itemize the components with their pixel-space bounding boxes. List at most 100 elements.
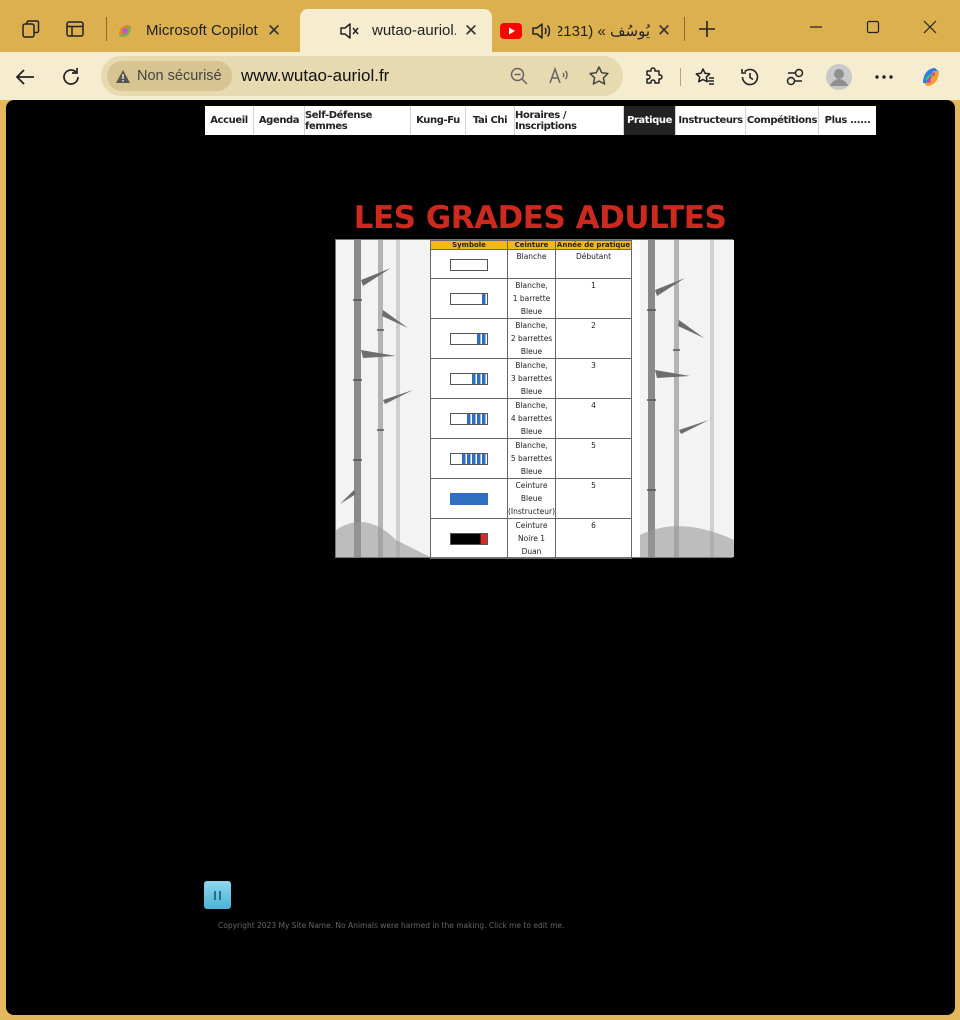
- grade-row: Blanche, 1 barrette Bleue 1: [430, 278, 632, 319]
- belt-icon: [450, 453, 488, 465]
- belt-symbol: [430, 438, 508, 479]
- page-viewport: Accueil Agenda Self-Défense femmes Kung-…: [6, 100, 955, 1015]
- tab-title: يُوسُف » (2131): [558, 22, 650, 40]
- belt-name-line: 5 barrettes: [510, 454, 553, 463]
- close-window-icon[interactable]: [910, 12, 950, 42]
- belt-symbol: [430, 398, 508, 439]
- nav-instructeurs[interactable]: Instructeurs: [676, 106, 746, 135]
- grade-row: Ceinture Noire 1 Duan 6: [430, 518, 632, 559]
- belt-icon: [450, 333, 488, 345]
- zoom-icon[interactable]: [504, 61, 534, 91]
- tab-microsoft-copilot[interactable]: Microsoft Copilot ✕: [100, 9, 298, 52]
- security-badge[interactable]: Non sécurisé: [107, 61, 232, 91]
- belt-symbol: [430, 318, 508, 359]
- close-tab-icon[interactable]: ✕: [264, 21, 284, 41]
- pause-music-button[interactable]: [204, 881, 231, 909]
- address-bar[interactable]: Non sécurisé www.wutao-auriol.fr: [101, 56, 623, 96]
- tab-title: Microsoft Copilot: [146, 22, 258, 39]
- belt-name-line: Ceinture: [515, 521, 548, 530]
- grade-row: Blanche, 2 barrettes Bleue 2: [430, 318, 632, 359]
- minimize-icon[interactable]: [796, 12, 836, 42]
- new-tab-icon[interactable]: [690, 12, 724, 46]
- grade-row: Blanche Débutant: [430, 249, 632, 279]
- bamboo-right-image: [640, 240, 734, 557]
- belt-symbol: [430, 249, 508, 279]
- belt-name: Ceinture Noire 1 Duan: [506, 518, 557, 559]
- security-label: Non sécurisé: [137, 68, 222, 84]
- extensions-icon[interactable]: [637, 60, 671, 94]
- favorites-icon[interactable]: [688, 60, 722, 94]
- belt-name: Blanche, 2 barrettes Bleue: [506, 318, 557, 359]
- belt-name-line: Bleue: [520, 427, 543, 436]
- muted-speaker-icon[interactable]: [338, 20, 360, 42]
- speaker-icon[interactable]: [530, 20, 552, 42]
- belt-icon: [450, 293, 488, 305]
- belt-name-line: Noire 1: [518, 534, 545, 543]
- performance-icon[interactable]: [778, 60, 812, 94]
- nav-self-defense[interactable]: Self-Défense femmes: [305, 106, 411, 135]
- close-tab-icon[interactable]: ✕: [654, 21, 674, 41]
- close-tab-icon[interactable]: ✕: [461, 21, 481, 41]
- pause-icon: [214, 890, 216, 900]
- tab-separator: [684, 17, 685, 41]
- belt-name-line: (Instructeur): [508, 507, 556, 516]
- header-ceinture: Ceinture: [506, 240, 557, 250]
- profile-avatar[interactable]: [822, 60, 856, 94]
- practice-years: Débutant: [555, 249, 632, 279]
- belt-name-line: Blanche,: [515, 361, 548, 370]
- more-options-icon[interactable]: [867, 60, 901, 94]
- grades-image: Symbole Ceinture Année de pratique Blanc…: [335, 239, 734, 559]
- back-icon[interactable]: [8, 60, 42, 94]
- belt-icon: [450, 493, 488, 505]
- nav-kung-fu[interactable]: Kung-Fu: [411, 106, 466, 135]
- toolbar-separator: [680, 68, 681, 86]
- nav-plus[interactable]: Plus ......: [819, 106, 876, 135]
- nav-horaires[interactable]: Horaires / Inscriptions: [515, 106, 624, 135]
- belt-name: Blanche: [506, 249, 557, 279]
- practice-years: 2: [555, 318, 632, 359]
- address-toolbar: Non sécurisé www.wutao-auriol.fr: [0, 52, 960, 100]
- belt-name-line: 4 barrettes: [510, 414, 553, 423]
- tab-youtube[interactable]: يُوسُف » (2131) ✕: [494, 9, 682, 52]
- practice-years: 5: [555, 478, 632, 519]
- belt-icon: [450, 533, 488, 545]
- maximize-icon[interactable]: [853, 12, 893, 42]
- belt-name-line: Ceinture: [515, 481, 548, 490]
- tab-wutao-auriol[interactable]: wutao-auriol.fr ✕: [300, 9, 492, 52]
- nav-tai-chi[interactable]: Tai Chi: [466, 106, 515, 135]
- belt-name-line: Duan: [521, 547, 542, 556]
- belt-name-line: Bleue: [520, 467, 543, 476]
- nav-agenda[interactable]: Agenda: [254, 106, 305, 135]
- belt-name-line: Bleue: [520, 347, 543, 356]
- grade-row: Ceinture Bleue (Instructeur) 5: [430, 478, 632, 519]
- workspaces-icon[interactable]: [14, 12, 48, 46]
- practice-years: 5: [555, 438, 632, 479]
- belt-name-line: 1 barrette: [512, 294, 551, 303]
- belt-name-line: Bleue: [520, 307, 543, 316]
- history-icon[interactable]: [733, 60, 767, 94]
- belt-name-line: Blanche,: [515, 401, 548, 410]
- copyright-footer[interactable]: Copyright 2023 My Site Name. No Animals …: [218, 921, 564, 930]
- belt-name-line: Bleue: [520, 494, 543, 503]
- bamboo-left-image: [336, 240, 430, 557]
- url-text[interactable]: www.wutao-auriol.fr: [241, 66, 389, 86]
- read-aloud-icon[interactable]: [544, 61, 574, 91]
- belt-icon: [450, 373, 488, 385]
- belt-icon: [450, 413, 488, 425]
- grade-row: Blanche, 5 barrettes Bleue 5: [430, 438, 632, 479]
- tab-actions-icon[interactable]: [58, 12, 92, 46]
- refresh-icon[interactable]: [54, 60, 88, 94]
- belt-name-line: Blanche,: [515, 321, 548, 330]
- site-nav: Accueil Agenda Self-Défense femmes Kung-…: [205, 106, 876, 135]
- copilot-button-icon[interactable]: [914, 60, 948, 94]
- favorite-star-icon[interactable]: [584, 61, 614, 91]
- warning-icon: [116, 69, 130, 83]
- practice-years: 1: [555, 278, 632, 319]
- nav-pratique[interactable]: Pratique: [624, 106, 676, 135]
- header-symbole: Symbole: [430, 240, 508, 250]
- nav-competitions[interactable]: Compétitions: [746, 106, 819, 135]
- tab-strip: Microsoft Copilot ✕ wutao-auriol.fr ✕ يُ…: [0, 0, 960, 52]
- grades-table: Symbole Ceinture Année de pratique Blanc…: [430, 240, 632, 559]
- nav-accueil[interactable]: Accueil: [205, 106, 254, 135]
- page-title: LES GRADES ADULTES: [353, 200, 727, 236]
